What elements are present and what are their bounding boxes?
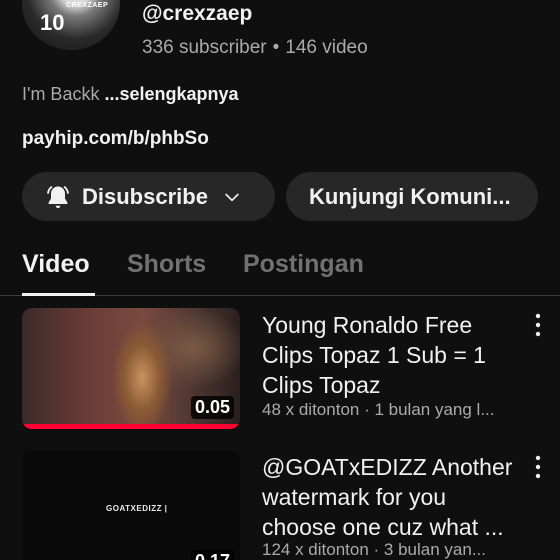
video-duration: 0.05 bbox=[190, 396, 234, 419]
more-options-icon[interactable] bbox=[532, 312, 544, 338]
tab-video[interactable]: Video bbox=[22, 250, 90, 279]
thumbnail-watermark: GOATXEDIZZ | bbox=[106, 504, 168, 513]
video-title[interactable]: @GOATxEDIZZ Another watermark for you ch… bbox=[262, 452, 524, 542]
stats-separator: • bbox=[272, 37, 280, 58]
channel-avatar[interactable]: 10 CREXZAEP bbox=[22, 0, 120, 50]
channel-handle: @crexzaep bbox=[142, 2, 253, 25]
watch-progress-bar bbox=[22, 424, 240, 429]
subscribed-button[interactable]: Disubscribe bbox=[22, 172, 275, 221]
active-tab-indicator bbox=[22, 293, 95, 296]
avatar-jersey-number: 10 bbox=[40, 10, 65, 35]
channel-description[interactable]: I'm Backk ...selengkapnya bbox=[22, 84, 239, 105]
tab-postingan[interactable]: Postingan bbox=[243, 250, 364, 279]
tab-shorts[interactable]: Shorts bbox=[127, 250, 206, 279]
video-meta: 124 x ditonton · 3 bulan yan... bbox=[262, 540, 486, 559]
avatar-tag: CREXZAEP bbox=[66, 2, 109, 9]
video-title[interactable]: Young Ronaldo Free Clips Topaz 1 Sub = 1… bbox=[262, 310, 524, 400]
bell-icon bbox=[47, 185, 69, 208]
video-thumbnail[interactable]: 0.05 bbox=[22, 308, 240, 429]
video-duration: 0.17 bbox=[190, 550, 234, 560]
channel-tabs: Video Shorts Postingan bbox=[0, 248, 560, 296]
video-count: 146 video bbox=[285, 37, 368, 58]
video-thumbnail[interactable]: GOATXEDIZZ | 0.17 bbox=[22, 450, 240, 560]
visit-community-button[interactable]: Kunjungi Komuni... bbox=[286, 172, 538, 221]
more-options-icon[interactable] bbox=[532, 454, 544, 480]
subscribed-label: Disubscribe bbox=[82, 183, 208, 209]
video-meta: 48 x ditonton · 1 bulan yang l... bbox=[262, 400, 495, 419]
channel-link[interactable]: payhip.com/b/phbSo bbox=[22, 128, 209, 150]
more-link[interactable]: ...selengkapnya bbox=[104, 84, 238, 104]
chevron-down-icon bbox=[225, 193, 239, 201]
channel-stats: 336 subscriber • 146 video bbox=[142, 37, 368, 59]
subscriber-count: 336 subscriber bbox=[142, 37, 267, 58]
description-text: I'm Backk bbox=[22, 84, 105, 104]
visit-community-label: Kunjungi Komuni... bbox=[309, 183, 511, 209]
